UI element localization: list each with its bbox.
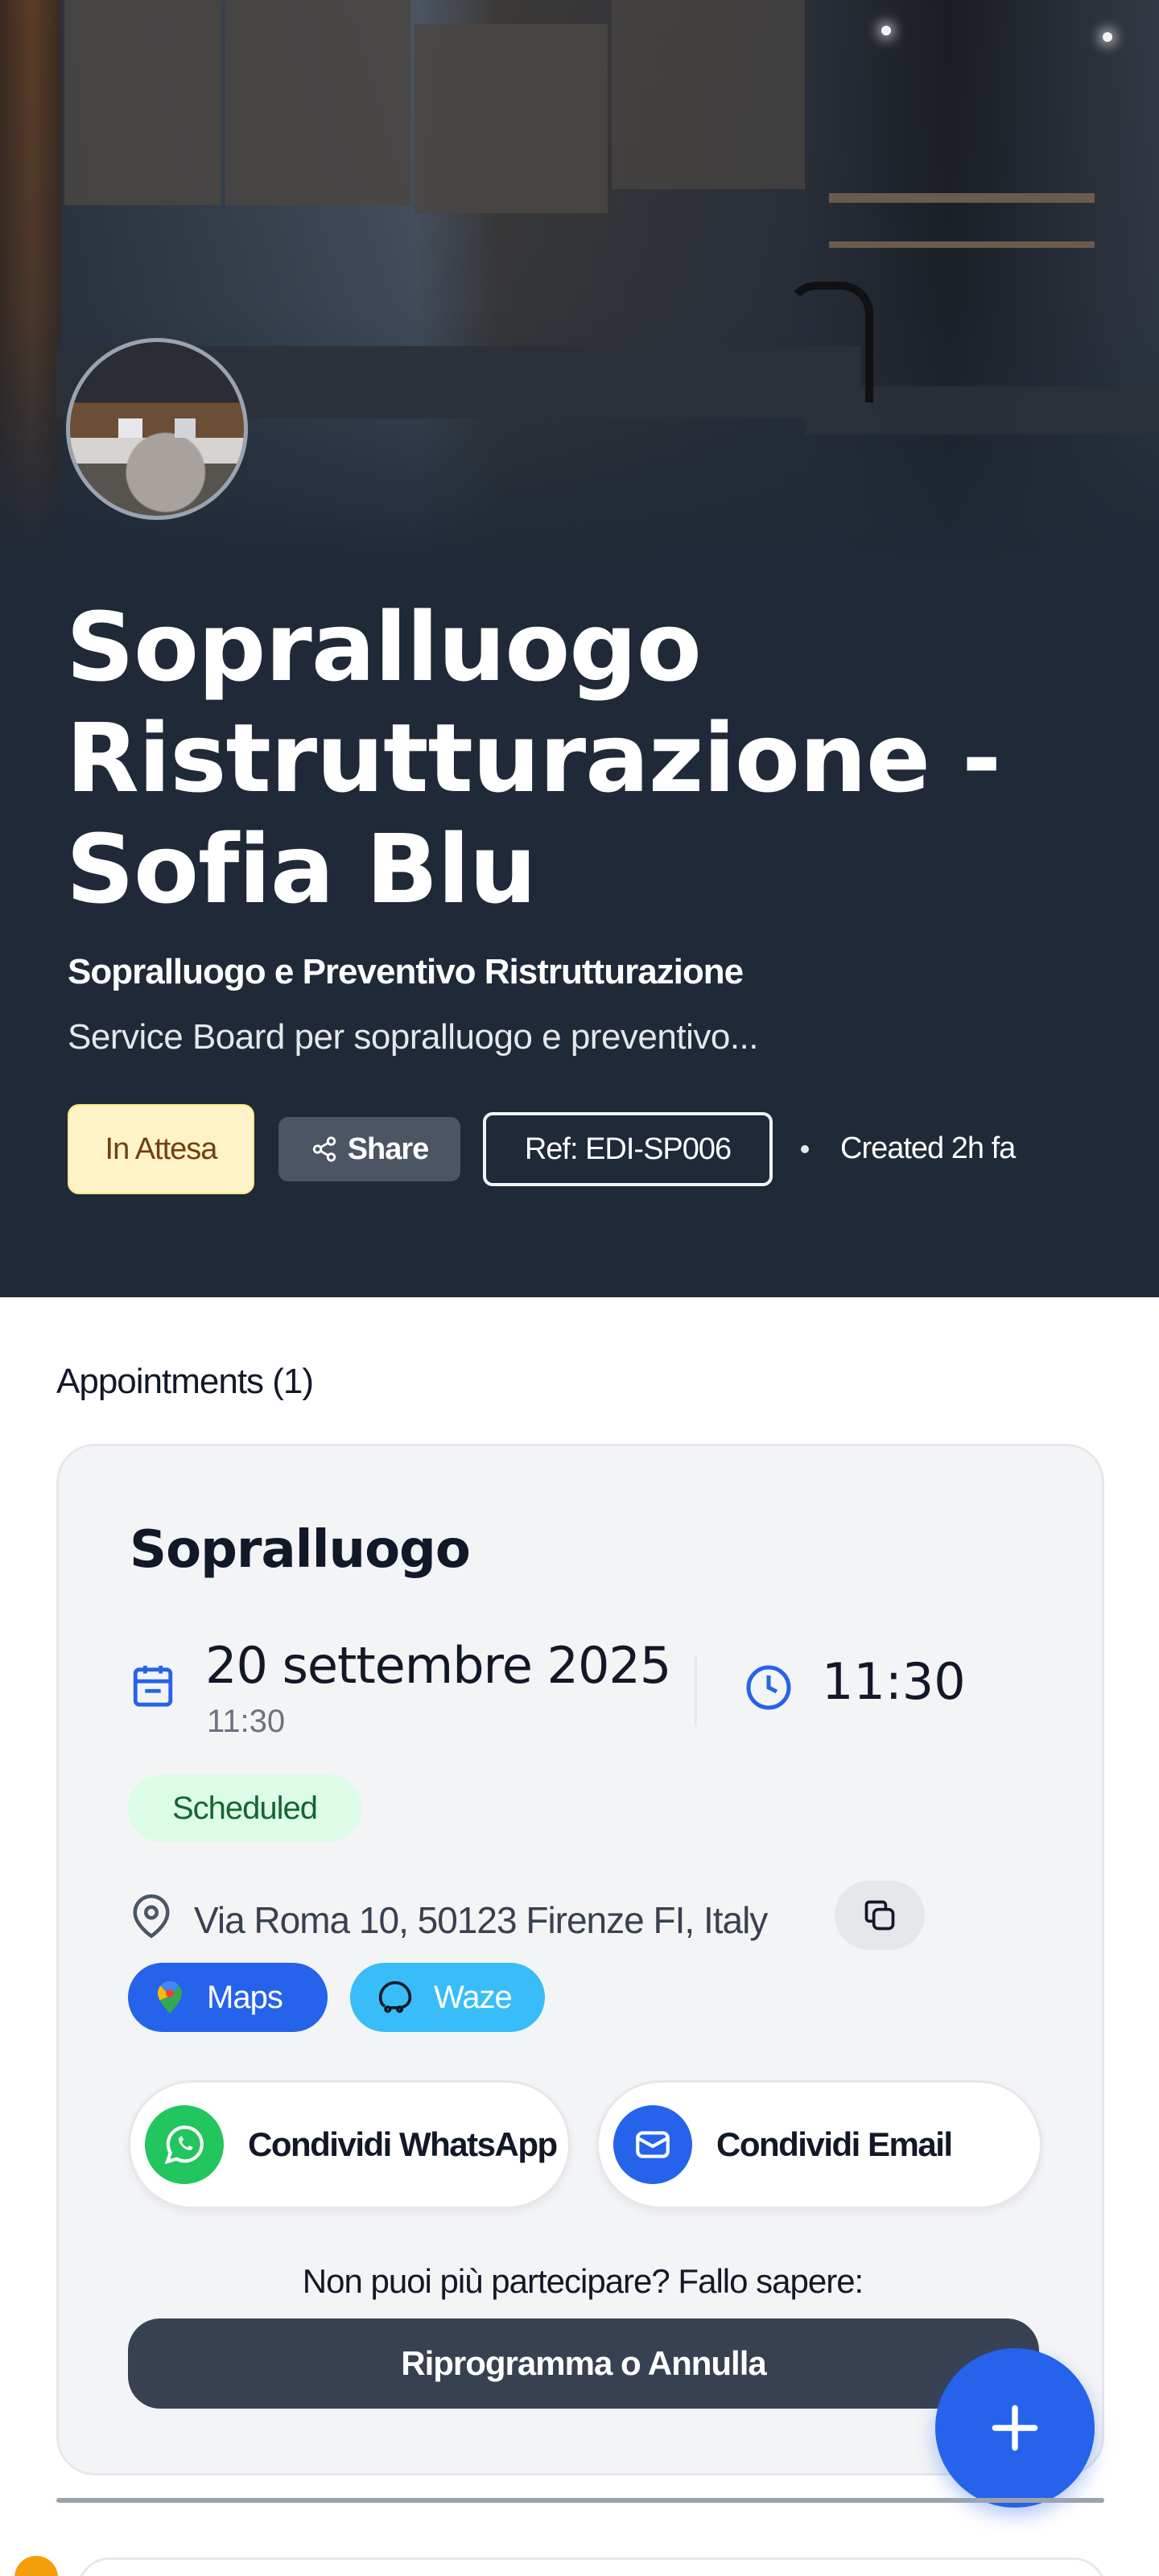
next-card: [77, 2557, 1106, 2576]
waze-icon: [378, 1980, 412, 2013]
section-divider: [56, 2498, 1104, 2503]
created-timestamp: Created 2h fa: [840, 1131, 1016, 1165]
waze-label: Waze: [434, 1979, 513, 2015]
address-row: Via Roma 10, 50123 Firenze FI, Italy: [130, 1881, 1015, 1953]
appointment-title: Sopralluogo: [130, 1520, 471, 1580]
maps-button[interactable]: Maps: [128, 1963, 328, 2032]
reference-badge: Ref: EDI-SP006: [483, 1112, 773, 1186]
email-icon: [613, 2105, 692, 2184]
cant-attend-text: Non puoi più partecipare? Fallo sapere:: [302, 2262, 864, 2300]
share-whatsapp-button[interactable]: Condividi WhatsApp: [128, 2080, 571, 2209]
share-label: Share: [347, 1131, 430, 1166]
appointment-date-time: 11:30: [207, 1704, 286, 1739]
copy-icon: [864, 1900, 895, 1931]
waze-button[interactable]: Waze: [350, 1963, 545, 2032]
calendar-icon: [133, 1665, 173, 1707]
map-pin-icon: [133, 1894, 170, 1939]
clock-icon: [746, 1665, 791, 1710]
plus-icon: [992, 2405, 1038, 2451]
appointment-time: 11:30: [822, 1652, 966, 1711]
emoji-icon: [14, 2556, 58, 2576]
appointment-status-badge: Scheduled: [128, 1774, 361, 1842]
reschedule-button[interactable]: Riprogramma o Annulla: [128, 2318, 1039, 2409]
copy-address-button[interactable]: [835, 1881, 925, 1950]
separator-dot: [801, 1145, 809, 1153]
google-maps-icon: [157, 1981, 182, 2013]
appointments-heading: Appointments (1): [56, 1362, 314, 1401]
appointment-card: Sopralluogo 20 settembre 2025 11:30 11:3…: [56, 1444, 1104, 2475]
whatsapp-icon: [145, 2105, 224, 2184]
page-description: Service Board per sopralluogo e preventi…: [68, 1017, 759, 1057]
hero-header: Sopralluogo Ristrutturazione - Sofia Blu…: [0, 0, 1159, 1297]
add-fab-button[interactable]: [935, 2348, 1095, 2508]
meta-badges: In Attesa Share Ref: EDI-SP006 Created 2…: [68, 1104, 1114, 1194]
page-title: Sopralluogo Ristrutturazione - Sofia Blu: [66, 591, 1001, 925]
appointment-date: 20 settembre 2025: [205, 1636, 671, 1695]
page-subtitle: Sopralluogo e Preventivo Ristrutturazion…: [68, 952, 744, 991]
maps-label: Maps: [207, 1979, 283, 2015]
share-icon: [312, 1136, 336, 1162]
avatar: [66, 338, 248, 520]
share-email-label: Condividi Email: [716, 2125, 953, 2163]
status-badge: In Attesa: [68, 1104, 254, 1194]
share-button[interactable]: Share: [278, 1117, 460, 1181]
appointment-address: Via Roma 10, 50123 Firenze FI, Italy: [194, 1899, 768, 1941]
share-email-button[interactable]: Condividi Email: [596, 2080, 1042, 2209]
divider: [695, 1657, 697, 1726]
share-whatsapp-label: Condividi WhatsApp: [248, 2125, 558, 2163]
